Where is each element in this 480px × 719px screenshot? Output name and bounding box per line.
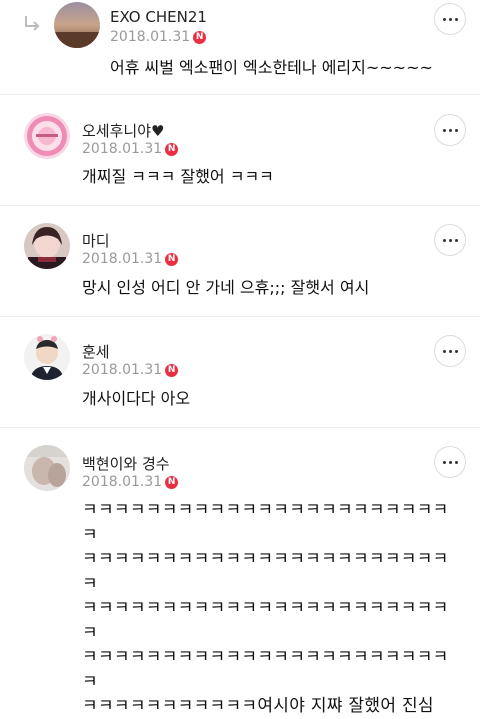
- new-badge-icon: N: [165, 363, 179, 377]
- comment-date: 2018.01.31: [110, 29, 191, 45]
- comment-text-line: ㅋㅋㅋㅋㅋㅋㅋㅋㅋㅋㅋ여시야 지쨔 잘했어 진심: [82, 696, 434, 716]
- more-options-button[interactable]: [434, 446, 466, 478]
- new-badge-icon: N: [193, 30, 207, 44]
- comment-item: 백현이와 경수 2018.01.31 N ㅋㅋㅋㅋㅋㅋㅋㅋㅋㅋㅋㅋㅋㅋㅋㅋㅋㅋㅋ…: [0, 428, 480, 716]
- username[interactable]: 오세후니야♥: [82, 120, 164, 141]
- comment-text: 어휴 씨벌 엑소팬이 엑소한테나 에리지~~~~~: [110, 58, 433, 77]
- more-options-button[interactable]: [434, 224, 466, 256]
- comment-text: 망시 인성 어디 안 가네 으휴;;; 잘햇서 여시: [82, 278, 370, 297]
- more-options-button[interactable]: [434, 335, 466, 367]
- comment-date: 2018.01.31: [82, 251, 163, 267]
- comment-text-line: ㅋㅋㅋㅋㅋㅋㅋㅋㅋㅋㅋㅋㅋㅋㅋㅋㅋㅋㅋㅋㅋㅋㅋㅋ: [82, 598, 449, 643]
- comment-date: 2018.01.31: [82, 474, 163, 490]
- username[interactable]: 백현이와 경수: [82, 453, 170, 474]
- avatar[interactable]: [54, 2, 100, 48]
- avatar[interactable]: [24, 445, 70, 491]
- new-badge-icon: N: [165, 252, 179, 266]
- avatar[interactable]: [24, 113, 70, 159]
- comment-text: 개사이다다 아오: [82, 389, 191, 408]
- comment-text-line: ㅋㅋㅋㅋㅋㅋㅋㅋㅋㅋㅋㅋㅋㅋㅋㅋㅋㅋㅋㅋㅋㅋㅋㅋ: [82, 500, 449, 545]
- username[interactable]: 훈세: [82, 341, 110, 362]
- comment-text-line: ㅋㅋㅋㅋㅋㅋㅋㅋㅋㅋㅋㅋㅋㅋㅋㅋㅋㅋㅋㅋㅋㅋㅋㅋ: [82, 647, 449, 692]
- avatar[interactable]: [24, 223, 70, 269]
- avatar[interactable]: [24, 334, 70, 380]
- more-options-button[interactable]: [434, 3, 466, 35]
- more-options-button[interactable]: [434, 114, 466, 146]
- comment-text-line: ㅋㅋㅋㅋㅋㅋㅋㅋㅋㅋㅋㅋㅋㅋㅋㅋㅋㅋㅋㅋㅋㅋㅋㅋ: [82, 549, 449, 594]
- comment-item: 오세후니야♥ 2018.01.31 N 개찌질 ㅋㅋㅋ 잘했어 ㅋㅋㅋ: [0, 95, 480, 206]
- new-badge-icon: N: [165, 142, 179, 156]
- username[interactable]: 마디: [82, 230, 110, 251]
- comment-item: 마디 2018.01.31 N 망시 인성 어디 안 가네 으휴;;; 잘햇서 …: [0, 206, 480, 317]
- comment-item: 훈세 2018.01.31 N 개사이다다 아오: [0, 317, 480, 428]
- comment-text: 개찌질 ㅋㅋㅋ 잘했어 ㅋㅋㅋ: [82, 167, 274, 186]
- new-badge-icon: N: [165, 475, 179, 489]
- comment-date: 2018.01.31: [82, 141, 163, 157]
- comment-item: EXO CHEN21 2018.01.31 N 어휴 씨벌 엑소팬이 엑소한테나…: [0, 0, 480, 95]
- comment-text: ㅋㅋㅋㅋㅋㅋㅋㅋㅋㅋㅋㅋㅋㅋㅋㅋㅋㅋㅋㅋㅋㅋㅋㅋ ㅋㅋㅋㅋㅋㅋㅋㅋㅋㅋㅋㅋㅋㅋㅋ…: [82, 498, 454, 719]
- username[interactable]: EXO CHEN21: [110, 8, 207, 26]
- reply-arrow-icon: [25, 16, 40, 31]
- comment-date: 2018.01.31: [82, 362, 163, 378]
